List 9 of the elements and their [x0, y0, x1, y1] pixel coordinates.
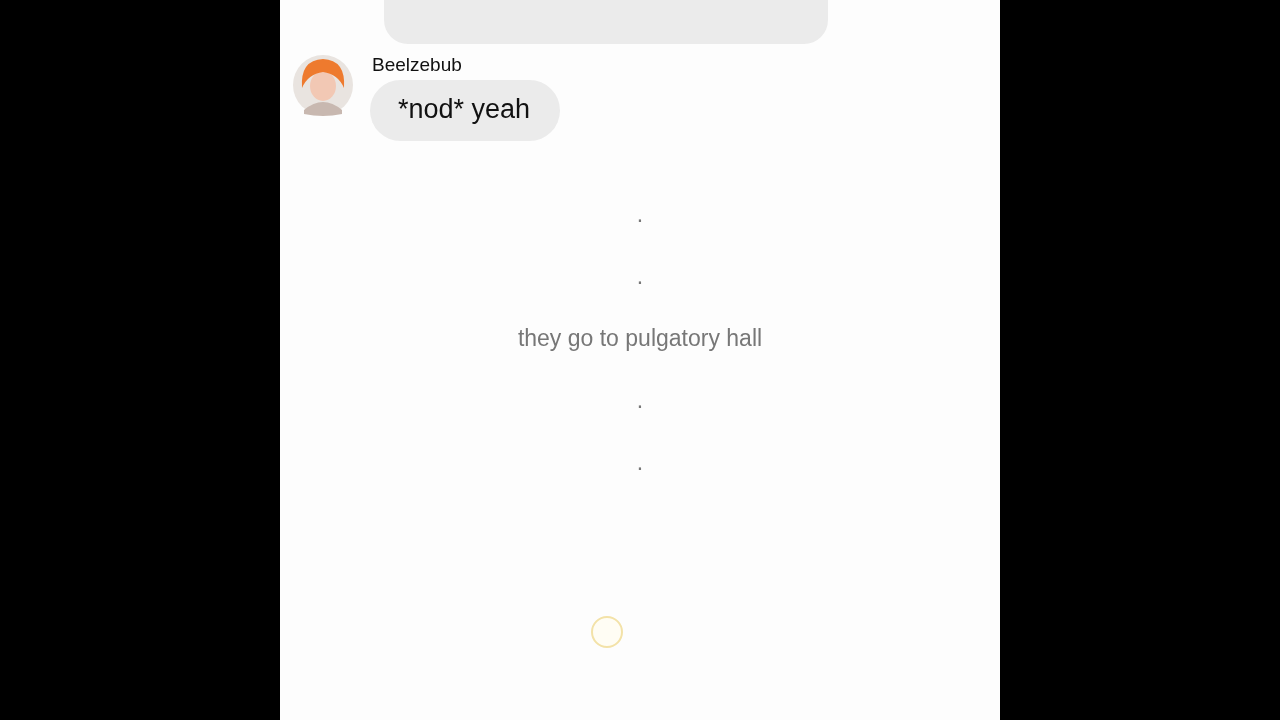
sender-name: Beelzebub — [372, 54, 462, 76]
avatar — [292, 54, 354, 116]
narration-text: they go to pulgatory hall — [517, 324, 763, 353]
narration-text: . — [636, 200, 644, 229]
narration-text: . — [636, 448, 644, 477]
message-bubble: *nod* yeah — [370, 80, 561, 141]
narration-text: . — [636, 386, 644, 415]
narration-text: . — [636, 262, 644, 291]
touch-indicator — [591, 616, 623, 648]
